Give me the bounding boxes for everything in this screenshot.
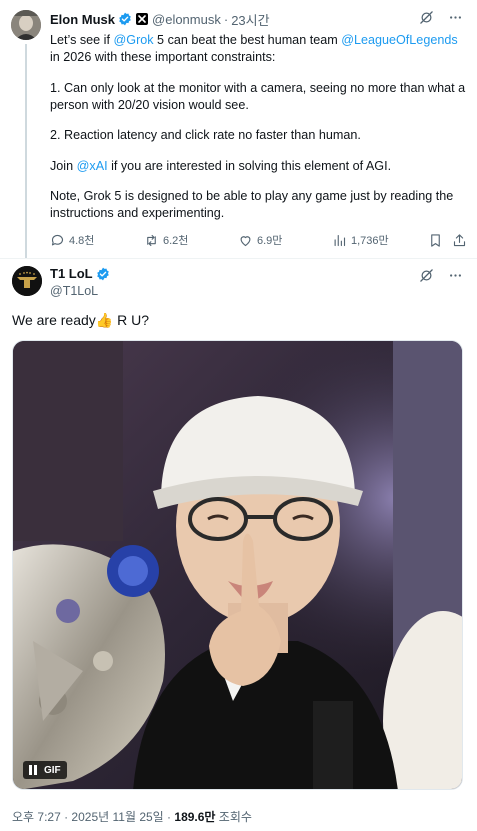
text: R U? xyxy=(113,312,150,328)
views-count: 1,736만 xyxy=(351,235,389,247)
post-timestamp[interactable]: 오후 7:27 · 2025년 11월 25일 · xyxy=(12,810,174,824)
post-paragraph: Join @xAI if you are interested in solvi… xyxy=(50,158,468,175)
views-total: 189.6만 xyxy=(174,810,216,824)
author-name[interactable]: Elon Musk xyxy=(50,12,115,27)
post-paragraph: Let’s see if @Grok 5 can beat the best h… xyxy=(50,32,468,66)
post-text: We are ready👍 R U? xyxy=(12,312,149,329)
text: Join xyxy=(50,158,77,173)
mention-link-grok[interactable]: @Grok xyxy=(113,33,153,47)
avatar[interactable] xyxy=(11,10,41,40)
post-header: Elon Musk @elonmusk · 23시간 xyxy=(50,10,270,28)
gif-frame-image xyxy=(13,341,462,789)
grok-icon[interactable] xyxy=(419,268,434,288)
views-button[interactable]: 1,736만 xyxy=(332,232,428,248)
mention-link-leagueoflegends[interactable]: @LeagueOfLegends xyxy=(341,33,457,47)
post-paragraph: 2. Reaction latency and click rate no fa… xyxy=(50,128,361,142)
x-affiliate-badge-icon xyxy=(136,13,149,25)
post-top-actions xyxy=(419,10,463,30)
bookmark-icon xyxy=(431,233,440,247)
more-icon[interactable] xyxy=(448,10,463,30)
bookmark-button[interactable] xyxy=(428,233,452,248)
like-button[interactable]: 6.9만 xyxy=(238,232,332,248)
divider xyxy=(0,258,477,259)
reply-button[interactable]: 4.8천 xyxy=(50,232,144,248)
text: We are ready xyxy=(12,312,96,328)
avatar[interactable] xyxy=(12,266,42,296)
verified-badge-icon xyxy=(118,12,132,26)
post-actions-bar: 4.8천 6.2천 6.9만 1,736만 xyxy=(50,231,468,249)
verified-badge-icon xyxy=(96,267,110,281)
text: in 2026 with these important constraints… xyxy=(50,50,276,64)
author-handle[interactable]: @T1LoL xyxy=(50,284,98,298)
like-count: 6.9만 xyxy=(257,235,283,247)
gif-pause-icon[interactable] xyxy=(29,765,38,775)
repost-button[interactable]: 6.2천 xyxy=(144,232,238,248)
gif-media[interactable]: GIF xyxy=(12,340,463,790)
share-button[interactable] xyxy=(452,233,468,248)
reply-count: 4.8천 xyxy=(69,235,95,247)
author-handle[interactable]: @elonmusk xyxy=(152,12,221,27)
views-icon xyxy=(334,234,346,246)
text: Let’s see if xyxy=(50,33,114,47)
gif-badge: GIF xyxy=(44,764,61,776)
like-icon xyxy=(240,235,251,246)
repost-icon xyxy=(147,234,156,246)
post-paragraph: Note, Grok 5 is designed to be able to p… xyxy=(50,189,454,220)
post-body: Let’s see if @Grok 5 can beat the best h… xyxy=(50,32,468,222)
text: 5 can beat the best human team xyxy=(153,33,342,47)
thumbs-up-emoji: 👍 xyxy=(95,312,114,328)
post-paragraph: 1. Can only look at the monitor with a c… xyxy=(50,80,466,112)
separator: · xyxy=(223,11,229,27)
text: if you are interested in solving this el… xyxy=(107,158,392,173)
repost-count: 6.2천 xyxy=(163,235,189,247)
post-top-actions xyxy=(419,268,463,288)
post-time[interactable]: 23시간 xyxy=(231,10,269,29)
mention-link-xai[interactable]: @xAI xyxy=(77,159,108,173)
thread-line xyxy=(25,44,27,258)
share-icon xyxy=(453,233,466,246)
author-name[interactable]: T1 LoL xyxy=(50,266,93,281)
reply-icon xyxy=(51,234,64,245)
views-label: 조회수 xyxy=(215,810,252,824)
post-header: T1 LoL xyxy=(50,266,110,281)
more-icon[interactable] xyxy=(448,268,463,288)
gif-controls[interactable]: GIF xyxy=(23,761,67,779)
parent-post: Elon Musk @elonmusk · 23시간 Let’s see if … xyxy=(0,0,477,258)
post-metadata: 오후 7:27 · 2025년 11월 25일 · 189.6만 조회수 xyxy=(12,808,252,825)
grok-icon[interactable] xyxy=(419,10,434,30)
